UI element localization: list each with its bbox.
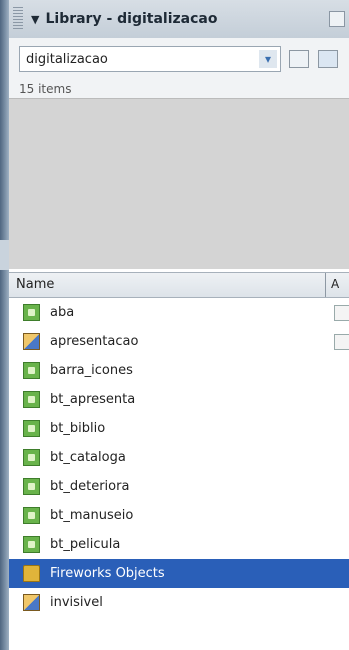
movieclip-symbol-icon: [23, 333, 40, 350]
new-library-panel-icon[interactable]: [318, 50, 338, 68]
column-divider[interactable]: [325, 273, 326, 297]
item-extra-checkbox[interactable]: [334, 333, 349, 350]
panel-title-text: Library - digitalizacao: [45, 11, 218, 27]
list-item[interactable]: aba: [9, 298, 349, 327]
document-select[interactable]: digitalizacao ▾: [19, 46, 281, 72]
list-item[interactable]: apresentacao: [9, 327, 349, 356]
list-item[interactable]: invisivel: [9, 588, 349, 617]
list-item[interactable]: bt_apresenta: [9, 385, 349, 414]
item-label: bt_cataloga: [50, 450, 126, 465]
button-symbol-icon: [23, 420, 40, 437]
item-label: barra_icones: [50, 363, 133, 378]
list-item[interactable]: bt_manuseio: [9, 501, 349, 530]
item-label: bt_manuseio: [50, 508, 134, 523]
item-label: bt_deteriora: [50, 479, 130, 494]
library-item-list: aba apresentacao barra_icones bt_apresen…: [9, 298, 349, 617]
list-item[interactable]: bt_biblio: [9, 414, 349, 443]
item-extra-checkbox[interactable]: [334, 304, 349, 321]
pin-library-icon[interactable]: [289, 50, 309, 68]
collapse-triangle-icon[interactable]: ▼: [31, 13, 39, 26]
panel-title[interactable]: ▼ Library - digitalizacao: [31, 11, 218, 27]
column-header-row: Name A: [9, 272, 349, 298]
button-symbol-icon: [23, 536, 40, 553]
item-label: invisivel: [50, 595, 103, 610]
list-item[interactable]: barra_icones: [9, 356, 349, 385]
item-label: bt_pelicula: [50, 537, 121, 552]
button-symbol-icon: [23, 304, 40, 321]
movieclip-symbol-icon: [23, 594, 40, 611]
item-count: 15 items: [19, 82, 72, 96]
item-label: bt_biblio: [50, 421, 106, 436]
panel-edge-strip: [0, 0, 9, 650]
name-column-header[interactable]: Name: [16, 277, 54, 292]
symbol-preview-area: [9, 98, 349, 269]
item-label: apresentacao: [50, 334, 139, 349]
document-row: digitalizacao ▾ 15 items: [9, 38, 349, 98]
button-symbol-icon: [23, 362, 40, 379]
list-item-selected[interactable]: Fireworks Objects: [9, 559, 349, 588]
next-column-header[interactable]: A: [331, 277, 339, 291]
panel-grip-handle[interactable]: [13, 7, 23, 31]
button-symbol-icon: [23, 449, 40, 466]
document-select-value: digitalizacao: [26, 51, 108, 67]
button-symbol-icon: [23, 391, 40, 408]
item-label: Fireworks Objects: [50, 566, 165, 581]
folder-icon: [23, 565, 40, 582]
button-symbol-icon: [23, 507, 40, 524]
item-label: bt_apresenta: [50, 392, 136, 407]
item-label: aba: [50, 305, 75, 320]
list-item[interactable]: bt_cataloga: [9, 443, 349, 472]
list-item[interactable]: bt_pelicula: [9, 530, 349, 559]
panel-options-icon[interactable]: [329, 11, 345, 27]
dropdown-arrow-icon[interactable]: ▾: [259, 50, 277, 68]
library-panel-header[interactable]: ▼ Library - digitalizacao: [9, 0, 349, 39]
button-symbol-icon: [23, 478, 40, 495]
list-item[interactable]: bt_deteriora: [9, 472, 349, 501]
